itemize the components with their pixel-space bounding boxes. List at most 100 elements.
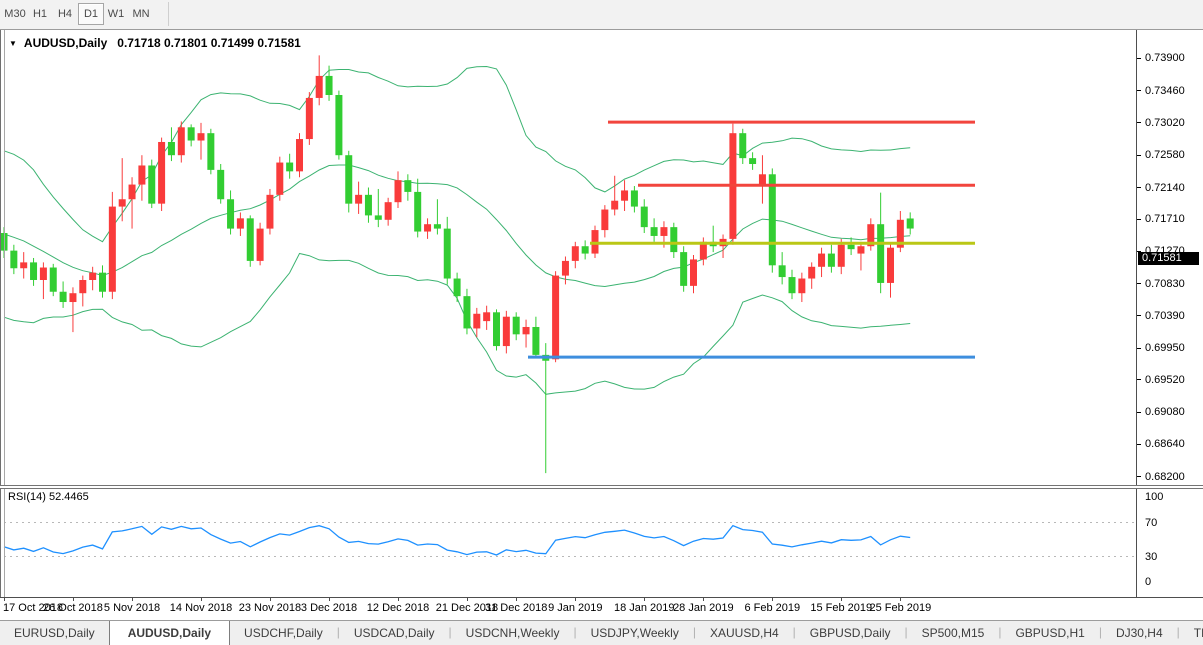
date-axis-label: 31 Dec 2018 — [485, 602, 547, 614]
candle-body — [454, 279, 461, 297]
price-axis-label: 0.72580 — [1145, 149, 1185, 161]
chart-title-ohlc: 0.71718 0.71801 0.71499 0.71581 — [117, 36, 301, 50]
date-axis-label: 3 Dec 2018 — [301, 602, 357, 614]
chart-tab-usdcnh[interactable]: USDCNH,Weekly — [452, 621, 574, 645]
candle-body — [808, 267, 815, 279]
rsi-axis-label: 70 — [1145, 517, 1157, 529]
price-axis-tick — [1137, 58, 1141, 59]
chart-tab-usdjpy[interactable]: USDJPY,Weekly — [577, 621, 693, 645]
timeframe-button-h1[interactable]: H1 — [27, 3, 53, 25]
timeframe-button-h4[interactable]: H4 — [52, 3, 78, 25]
date-axis-tick — [703, 598, 704, 601]
candle-body — [651, 227, 658, 236]
mt4-window: M30H1H4D1W1MN ▼ AUDUSD,Daily 0.71718 0.718… — [0, 0, 1203, 645]
chart-tab-gbpusd[interactable]: GBPUSD,Daily — [796, 621, 905, 645]
candle-body — [207, 133, 214, 170]
price-axis-label: 0.73020 — [1145, 117, 1185, 129]
timeframe-button-m30[interactable]: M30 — [2, 3, 28, 25]
date-axis-label: 6 Feb 2019 — [744, 602, 800, 614]
chart-tab-dj30[interactable]: DJ30,H4 — [1102, 621, 1177, 645]
candle-body — [631, 190, 638, 206]
chart-tab-sp500[interactable]: SP500,M15 — [908, 621, 999, 645]
date-axis-tick — [73, 598, 74, 601]
candle-body — [404, 180, 411, 192]
candle-body — [316, 76, 323, 98]
candle-body — [660, 227, 667, 236]
candle-body — [857, 246, 864, 253]
candle-body — [266, 195, 273, 229]
current-price-tag: 0.71581 — [1138, 252, 1199, 265]
price-axis-label: 0.69080 — [1145, 406, 1185, 418]
candle-body — [434, 224, 441, 228]
candle-body — [690, 259, 697, 285]
rsi-axis-label: 100 — [1145, 491, 1163, 503]
candle-body — [237, 218, 244, 228]
candle-body — [562, 261, 569, 276]
candle-body — [50, 268, 57, 292]
candle-body — [493, 312, 500, 346]
price-chart[interactable] — [0, 30, 1203, 620]
candle-body — [30, 262, 37, 280]
candle-body — [345, 155, 352, 203]
chart-tab-xauusd[interactable]: XAUUSD,H4 — [696, 621, 793, 645]
price-axis[interactable]: 0.739000.734600.730200.725800.721400.717… — [1136, 30, 1203, 597]
date-axis-tick — [398, 598, 399, 601]
chart-tab-gbpusd[interactable]: GBPUSD,H1 — [1001, 621, 1098, 645]
timeframe-button-w1[interactable]: W1 — [103, 3, 129, 25]
chart-tab-tech100[interactable]: TECH100,H — [1180, 621, 1203, 645]
price-axis-label: 0.73460 — [1145, 85, 1185, 97]
candle-body — [513, 317, 520, 335]
candle-body — [463, 296, 470, 328]
candle-body — [335, 95, 342, 155]
timeframe-button-d1[interactable]: D1 — [78, 3, 104, 25]
date-axis-label: 9 Jan 2019 — [548, 602, 602, 614]
date-axis-label: 25 Feb 2019 — [869, 602, 931, 614]
chart-title-symbol: AUDUSD,Daily — [24, 36, 107, 50]
price-axis-tick — [1137, 219, 1141, 220]
chart-tab-bar: EURUSD,DailyAUDUSD,DailyUSDCHF,Daily|USD… — [0, 620, 1203, 645]
price-axis-label: 0.71710 — [1145, 213, 1185, 225]
date-axis-tick — [772, 598, 773, 601]
symbol-dropdown-icon[interactable]: ▼ — [9, 39, 17, 48]
candle-body — [326, 76, 333, 95]
price-axis-tick — [1137, 155, 1141, 156]
candle-body — [198, 133, 205, 140]
candle-body — [60, 292, 67, 302]
date-axis-tick — [270, 598, 271, 601]
date-axis-label: 26 Oct 2018 — [43, 602, 103, 614]
date-axis-tick — [900, 598, 901, 601]
panel-splitter[interactable] — [0, 485, 1203, 489]
price-axis-tick — [1137, 476, 1141, 477]
date-axis-tick — [329, 598, 330, 601]
date-axis-tick — [644, 598, 645, 601]
candle-body — [818, 254, 825, 267]
candle-body — [296, 139, 303, 171]
chart-window: ▼ AUDUSD,Daily 0.71718 0.71801 0.71499 0.7… — [0, 30, 1203, 620]
candle-body — [148, 165, 155, 203]
candle-body — [355, 195, 362, 204]
chart-title: ▼ AUDUSD,Daily 0.71718 0.71801 0.71499 0.7… — [9, 36, 301, 50]
window-left-border — [0, 30, 1, 620]
candle-body — [532, 327, 539, 355]
chart-tab-usdchf[interactable]: USDCHF,Daily — [230, 621, 337, 645]
price-axis-tick — [1137, 90, 1141, 91]
candle-body — [611, 201, 618, 210]
chart-tab-usdcad[interactable]: USDCAD,Daily — [340, 621, 449, 645]
timeframe-button-mn[interactable]: MN — [128, 3, 154, 25]
rsi-axis-label: 0 — [1145, 576, 1151, 588]
candle-body — [680, 252, 687, 286]
date-axis-label: 18 Jan 2019 — [614, 602, 675, 614]
date-axis[interactable]: 17 Oct 201826 Oct 20185 Nov 201814 Nov 2… — [0, 597, 1203, 620]
candle-body — [69, 293, 76, 302]
price-axis-label: 0.69520 — [1145, 374, 1185, 386]
price-axis-label: 0.73900 — [1145, 52, 1185, 64]
toolbar-separator — [168, 2, 169, 26]
chart-tab-eurusd[interactable]: EURUSD,Daily — [0, 621, 109, 645]
chart-tab-audusd[interactable]: AUDUSD,Daily — [109, 621, 230, 645]
candle-body — [79, 280, 86, 293]
price-axis-tick — [1137, 348, 1141, 349]
candle-body — [385, 202, 392, 220]
candle-body — [375, 215, 382, 219]
candle-body — [395, 180, 402, 202]
candle-body — [138, 165, 145, 184]
